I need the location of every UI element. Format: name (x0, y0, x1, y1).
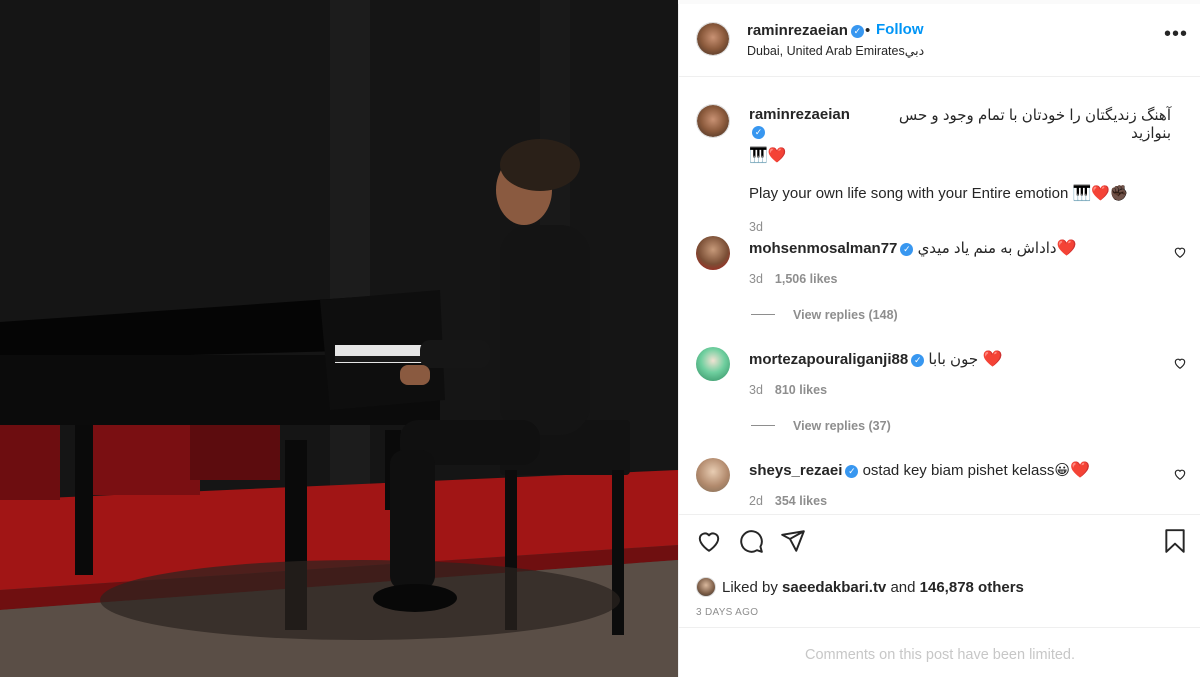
commenter-avatar[interactable] (696, 236, 730, 270)
comment-time[interactable]: 2d (749, 494, 763, 508)
header-separator: • (865, 22, 871, 39)
liked-by-user[interactable]: saeedakbari.tv (782, 579, 886, 596)
replies-divider (751, 314, 775, 315)
follow-button[interactable]: Follow (876, 21, 924, 38)
commenter-username-text[interactable]: mortezapouraliganji88 (749, 351, 908, 368)
comment-like-heart-icon[interactable] (1173, 356, 1187, 370)
liked-by-summary: Liked by saeedakbari.tv and 146,878 othe… (696, 577, 1024, 597)
post-timestamp[interactable]: 3 DAYS AGO (696, 607, 758, 618)
commenter-username[interactable]: mohsenmosalman77 ✓ (749, 240, 918, 257)
post-sidebar: raminrezaeian ✓ • Follow Dubai, United Ar… (678, 4, 1200, 677)
comment-bubble-icon[interactable] (738, 528, 764, 554)
comment-row: sheys_rezaei ✓ ostad key biam pishet kela… (749, 460, 1090, 480)
caption-username-text[interactable]: raminrezaeian (749, 106, 850, 123)
caption-username[interactable]: raminrezaeian ✓ (749, 106, 863, 140)
caption-avatar[interactable] (696, 104, 730, 138)
view-replies-label[interactable]: View replies (148) (793, 308, 898, 322)
replies-divider (751, 425, 775, 426)
comment-text: جون بابا (928, 351, 979, 368)
view-replies-button[interactable]: View replies (148) (751, 308, 898, 322)
comment-time[interactable]: 3d (749, 383, 763, 397)
verified-badge-icon: ✓ (850, 25, 864, 38)
comment-like-heart-icon[interactable] (1173, 467, 1187, 481)
author-avatar[interactable] (696, 22, 730, 56)
post-actions: Liked by saeedakbari.tv and 146,878 othe… (679, 514, 1200, 627)
liked-by-prefix: Liked by (722, 579, 778, 596)
post-location-link[interactable]: Dubai, United Arab Emiratesدبي (747, 43, 924, 58)
liker-avatar[interactable] (696, 577, 716, 597)
verified-badge-icon: ✓ (900, 243, 914, 256)
comment-meta: 2d 354 likes (749, 494, 827, 508)
comment-time[interactable]: 3d (749, 272, 763, 286)
comment-likes[interactable]: 810 likes (775, 383, 827, 397)
heart-emoji: ❤️ (1069, 462, 1090, 479)
heart-emoji: ❤️ (982, 351, 1003, 368)
save-bookmark-icon[interactable] (1162, 528, 1188, 554)
author-username[interactable]: raminrezaeian ✓ (747, 22, 864, 39)
verified-badge-icon: ✓ (845, 465, 859, 478)
comment-row: mohsenmosalman77 ✓ داداش به منم ياد ميدي❤… (749, 238, 1077, 258)
comment-text: ostad key biam pishet kelass😀 (862, 462, 1070, 479)
commenter-username[interactable]: sheys_rezaei ✓ (749, 462, 863, 479)
commenter-username-text[interactable]: sheys_rezaei (749, 462, 842, 479)
verified-badge-icon: ✓ (752, 126, 765, 139)
commenter-username-text[interactable]: mohsenmosalman77 (749, 240, 897, 257)
verified-badge-icon: ✓ (911, 354, 925, 367)
comment-text: داداش به منم ياد ميدي (917, 240, 1057, 257)
commenter-avatar[interactable] (696, 458, 730, 492)
caption-text-fa: آهنگ زندیگتان را خودتان با تمام وجود و ح… (898, 107, 1171, 142)
comments-list[interactable]: raminrezaeian ✓ آهنگ زندیگتان را خودتان ب… (679, 78, 1200, 514)
share-paper-plane-icon[interactable] (780, 528, 806, 554)
more-options-icon[interactable]: ••• (1164, 24, 1188, 44)
caption-emoji: 🎹❤️ (749, 147, 787, 164)
comment-row: mortezapouraliganji88 ✓ جون بابا ❤️ (749, 349, 1002, 369)
post-header: raminrezaeian ✓ • Follow Dubai, United Ar… (679, 4, 1200, 77)
liked-by-and: and (890, 579, 916, 596)
piano-player-illustration (0, 0, 678, 677)
comment-like-heart-icon[interactable] (1173, 245, 1187, 259)
comment-meta: 3d 810 likes (749, 383, 827, 397)
like-heart-icon[interactable] (696, 528, 722, 554)
view-replies-label[interactable]: View replies (37) (793, 419, 891, 433)
commenter-username[interactable]: mortezapouraliganji88 ✓ (749, 351, 928, 368)
post-photo[interactable] (0, 0, 678, 677)
comment-meta: 3d 1,506 likes (749, 272, 837, 286)
comment-likes[interactable]: 1,506 likes (775, 272, 838, 286)
caption-time[interactable]: 3d (749, 220, 1171, 234)
view-replies-button[interactable]: View replies (37) (751, 419, 891, 433)
comments-limited-notice: Comments on this post have been limited. (679, 627, 1200, 677)
caption-block: raminrezaeian ✓ آهنگ زندیگتان را خودتان ب… (749, 106, 1171, 234)
heart-emoji: ❤️ (1056, 240, 1077, 257)
caption-text-en: Play your own life song with your Entire… (749, 185, 1129, 202)
comment-likes[interactable]: 354 likes (775, 494, 827, 508)
liked-by-others[interactable]: 146,878 others (920, 579, 1024, 596)
commenter-avatar[interactable] (696, 347, 730, 381)
author-username-text[interactable]: raminrezaeian (747, 22, 848, 39)
